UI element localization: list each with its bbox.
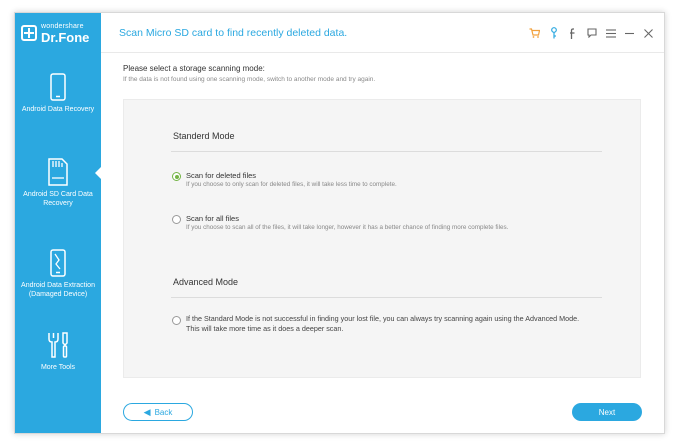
option-scan-deleted[interactable]: Scan for deleted files If you choose to … — [172, 171, 397, 189]
next-button[interactable]: Next — [572, 403, 642, 421]
sidebar-item-android-data-recovery[interactable]: Android Data Recovery — [15, 73, 101, 114]
logo: wondershare Dr.Fone — [15, 13, 101, 53]
standard-mode-title: Standerd Mode — [173, 131, 235, 141]
scan-deleted-radio[interactable] — [172, 172, 181, 181]
sidebar-item-android-sd-card-data-recovery[interactable]: Android SD Card Data Recovery — [15, 158, 101, 208]
sd-card-icon — [48, 158, 68, 186]
menu-icon[interactable] — [601, 25, 620, 41]
phone-icon — [50, 73, 66, 101]
minimize-icon[interactable] — [620, 25, 639, 41]
drfone-logo-icon — [21, 25, 37, 41]
close-icon[interactable] — [639, 25, 658, 41]
sidebar-item-more-tools[interactable]: More Tools — [15, 331, 101, 372]
option-advanced-mode[interactable]: If the Standard Mode is not successful i… — [172, 314, 581, 334]
back-arrow-icon: ◀ — [143, 406, 151, 417]
mode-prompt: Please select a storage scanning mode: — [123, 64, 265, 73]
header-actions — [525, 25, 658, 41]
standard-mode-divider — [171, 151, 602, 152]
sidebar-item-label: Android Data Extraction (Damaged Device) — [21, 282, 95, 298]
scan-all-radio[interactable] — [172, 215, 181, 224]
header: Scan Micro SD card to find recently dele… — [101, 13, 664, 53]
sidebar-item-label: More Tools — [40, 364, 76, 371]
logo-text: wondershare Dr.Fone — [41, 23, 89, 44]
main-content: Please select a storage scanning mode: I… — [101, 54, 664, 433]
app-window: wondershare Dr.Fone Android Data Recover… — [14, 12, 665, 434]
option-description: If you choose to scan all of the files, … — [186, 224, 509, 231]
sidebar-item-label: Android Data Recovery — [21, 106, 95, 113]
sidebar-item-label: Android SD Card Data Recovery — [23, 191, 93, 207]
mode-hint: If the data is not found using one scann… — [123, 76, 376, 83]
next-button-label: Next — [598, 407, 616, 417]
advanced-mode-radio[interactable] — [172, 316, 181, 325]
mode-panel: Standerd Mode Scan for deleted files If … — [123, 99, 641, 378]
sidebar-item-android-data-extraction[interactable]: Android Data Extraction (Damaged Device) — [15, 249, 101, 299]
back-button-label: Back — [154, 407, 173, 417]
tools-icon — [48, 332, 68, 358]
logo-big-text: Dr.Fone — [41, 29, 90, 45]
back-button[interactable]: ◀ Back — [123, 403, 193, 421]
logo-small-text: wondershare — [41, 22, 84, 30]
option-title: Scan for all files — [186, 214, 239, 223]
option-description: If you choose to only scan for deleted f… — [186, 181, 397, 188]
key-icon[interactable] — [544, 25, 563, 41]
advanced-mode-description: If the Standard Mode is not successful i… — [186, 314, 580, 333]
cart-icon[interactable] — [525, 25, 544, 41]
option-scan-all[interactable]: Scan for all files If you choose to scan… — [172, 214, 508, 232]
broken-phone-icon — [50, 249, 66, 277]
facebook-icon[interactable] — [563, 25, 582, 41]
option-title: Scan for deleted files — [186, 171, 257, 180]
feedback-icon[interactable] — [582, 25, 601, 41]
advanced-mode-title: Advanced Mode — [173, 277, 239, 287]
advanced-mode-divider — [171, 297, 602, 298]
page-title: Scan Micro SD card to find recently dele… — [119, 27, 348, 39]
sidebar: wondershare Dr.Fone Android Data Recover… — [15, 13, 102, 433]
